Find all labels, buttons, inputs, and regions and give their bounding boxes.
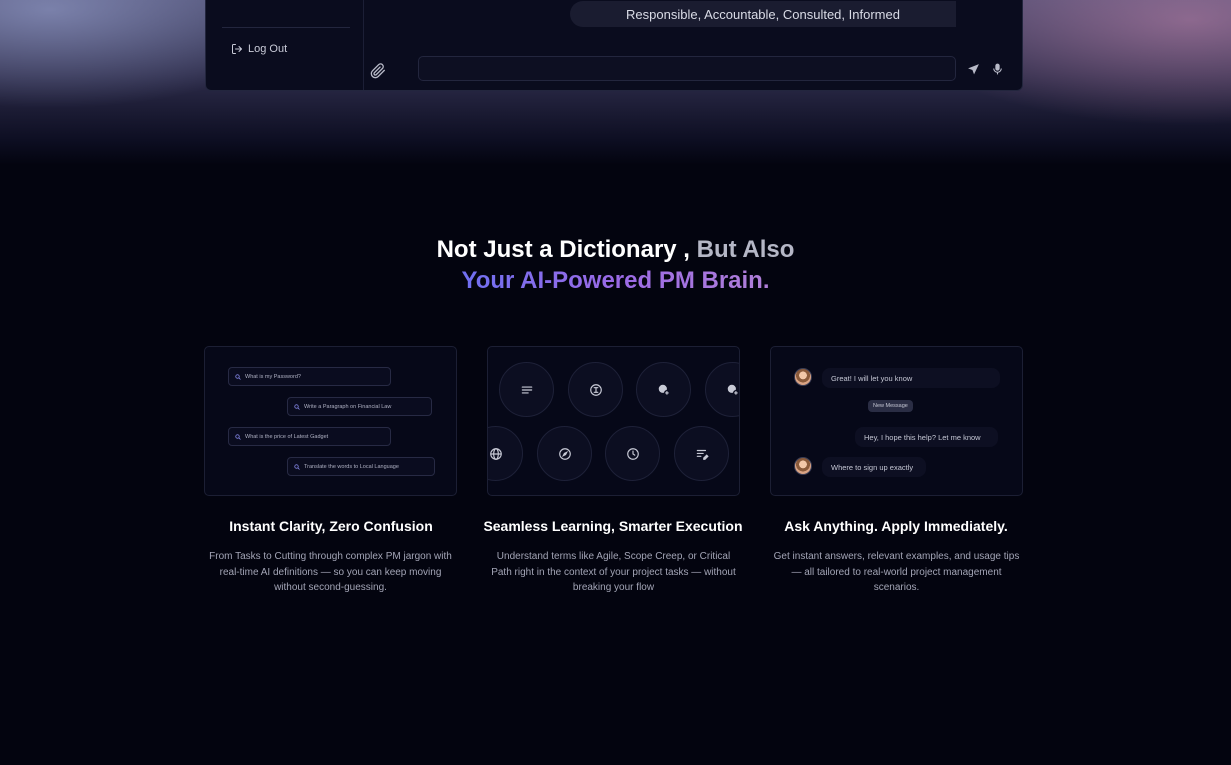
search-icon (235, 433, 241, 440)
search-example-row: Write a Paragraph on Financial Law (287, 397, 432, 416)
headline-part2: But Also (689, 236, 795, 263)
message-chip: Responsible, Accountable, Consulted, Inf… (570, 1, 956, 27)
globe-icon (488, 426, 523, 481)
feature-title: Ask Anything. Apply Immediately. (784, 518, 1008, 534)
brain-plus-icon (636, 362, 691, 417)
list-edit-icon (674, 426, 729, 481)
feature-title: Seamless Learning, Smarter Execution (483, 518, 743, 534)
search-example-row: What is the price of Latest Gadget (228, 427, 391, 446)
logout-button[interactable]: Log Out (231, 43, 287, 55)
chat-bubble: Great! I will let you know (822, 368, 1000, 388)
avatar (794, 368, 812, 386)
new-message-badge: New Message (868, 400, 913, 412)
chat-bubble: Hey, I hope this help? Let me know (855, 427, 998, 447)
brain-plus-icon (705, 362, 739, 417)
chat-preview-card: Great! I will let you know New Message H… (770, 346, 1023, 496)
section-headline: Not Just a Dictionary , But Also Your AI… (0, 234, 1231, 296)
search-example-row: Translate the words to Local Language (287, 457, 435, 476)
cursor-text-icon (568, 362, 623, 417)
search-icon (294, 463, 300, 470)
search-example-row: What is my Password? (228, 367, 391, 386)
headline-part1: Not Just a Dictionary , (436, 236, 690, 263)
search-examples-card: What is my Password? Write a Paragraph o… (204, 346, 457, 496)
tools-icons-card (487, 346, 740, 496)
clock-icon (605, 426, 660, 481)
paperclip-icon[interactable] (370, 63, 386, 79)
feature-description: From Tasks to Cutting through complex PM… (209, 551, 452, 593)
logout-icon (232, 44, 242, 54)
app-preview-window: Log Out Responsible, Accountable, Consul… (205, 0, 1023, 91)
sidebar-divider (222, 27, 350, 28)
compass-icon (537, 426, 592, 481)
avatar (794, 457, 812, 475)
headline-line2: Your AI-Powered PM Brain. (461, 267, 770, 294)
chat-input[interactable] (418, 56, 956, 81)
chat-bubble: Where to sign up exactly (822, 457, 926, 477)
feature-title: Instant Clarity, Zero Confusion (229, 518, 433, 534)
text-lines-icon (499, 362, 554, 417)
feature-description: Understand terms like Agile, Scope Creep… (491, 551, 736, 593)
microphone-icon[interactable] (991, 62, 1004, 76)
app-sidebar: Log Out (206, 0, 364, 90)
send-icon[interactable] (967, 63, 980, 76)
logout-label: Log Out (248, 43, 288, 55)
search-icon (235, 373, 241, 380)
search-icon (294, 403, 300, 410)
feature-description: Get instant answers, relevant examples, … (773, 551, 1020, 593)
